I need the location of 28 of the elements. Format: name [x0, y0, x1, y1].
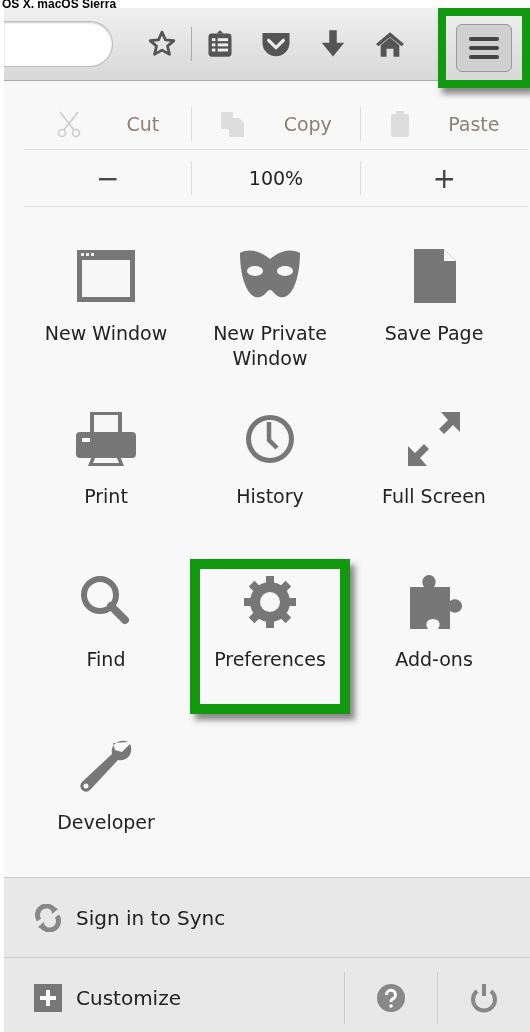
menu-item[interactable]: Find — [26, 559, 186, 714]
menu-icon — [456, 24, 512, 72]
customize-button[interactable]: Customize — [4, 958, 344, 1032]
menu-item[interactable]: Save Page — [354, 233, 514, 388]
zoom-in-button[interactable]: + — [360, 160, 528, 196]
sync-icon — [34, 903, 62, 932]
scissors-icon — [56, 110, 83, 138]
search-field[interactable] — [4, 21, 113, 67]
window-icon — [74, 247, 138, 305]
menu-item[interactable]: New Window — [26, 233, 186, 388]
zoom-reset-button[interactable]: 100% — [192, 166, 360, 190]
sign-in-to-sync-button[interactable]: Sign in to Sync — [4, 878, 530, 958]
menu-item[interactable]: Preferences — [190, 559, 350, 714]
home-icon[interactable] — [374, 30, 406, 58]
power-icon — [469, 983, 499, 1013]
list-icon[interactable] — [206, 29, 234, 59]
menu-item[interactable]: New Private Window — [190, 233, 350, 388]
printer-icon — [74, 410, 138, 468]
clipboard-icon — [389, 110, 412, 138]
star-icon[interactable] — [147, 29, 177, 59]
menu-item[interactable]: Full Screen — [354, 396, 514, 551]
menu-item[interactable]: History — [190, 396, 350, 551]
menu-item[interactable]: Add-ons — [354, 559, 514, 714]
help-icon — [377, 984, 405, 1012]
menu-item[interactable]: Developer — [26, 722, 186, 877]
plus-icon — [34, 984, 62, 1012]
zoom-out-button[interactable]: − — [24, 160, 192, 196]
menu-item[interactable]: Print — [26, 396, 186, 551]
